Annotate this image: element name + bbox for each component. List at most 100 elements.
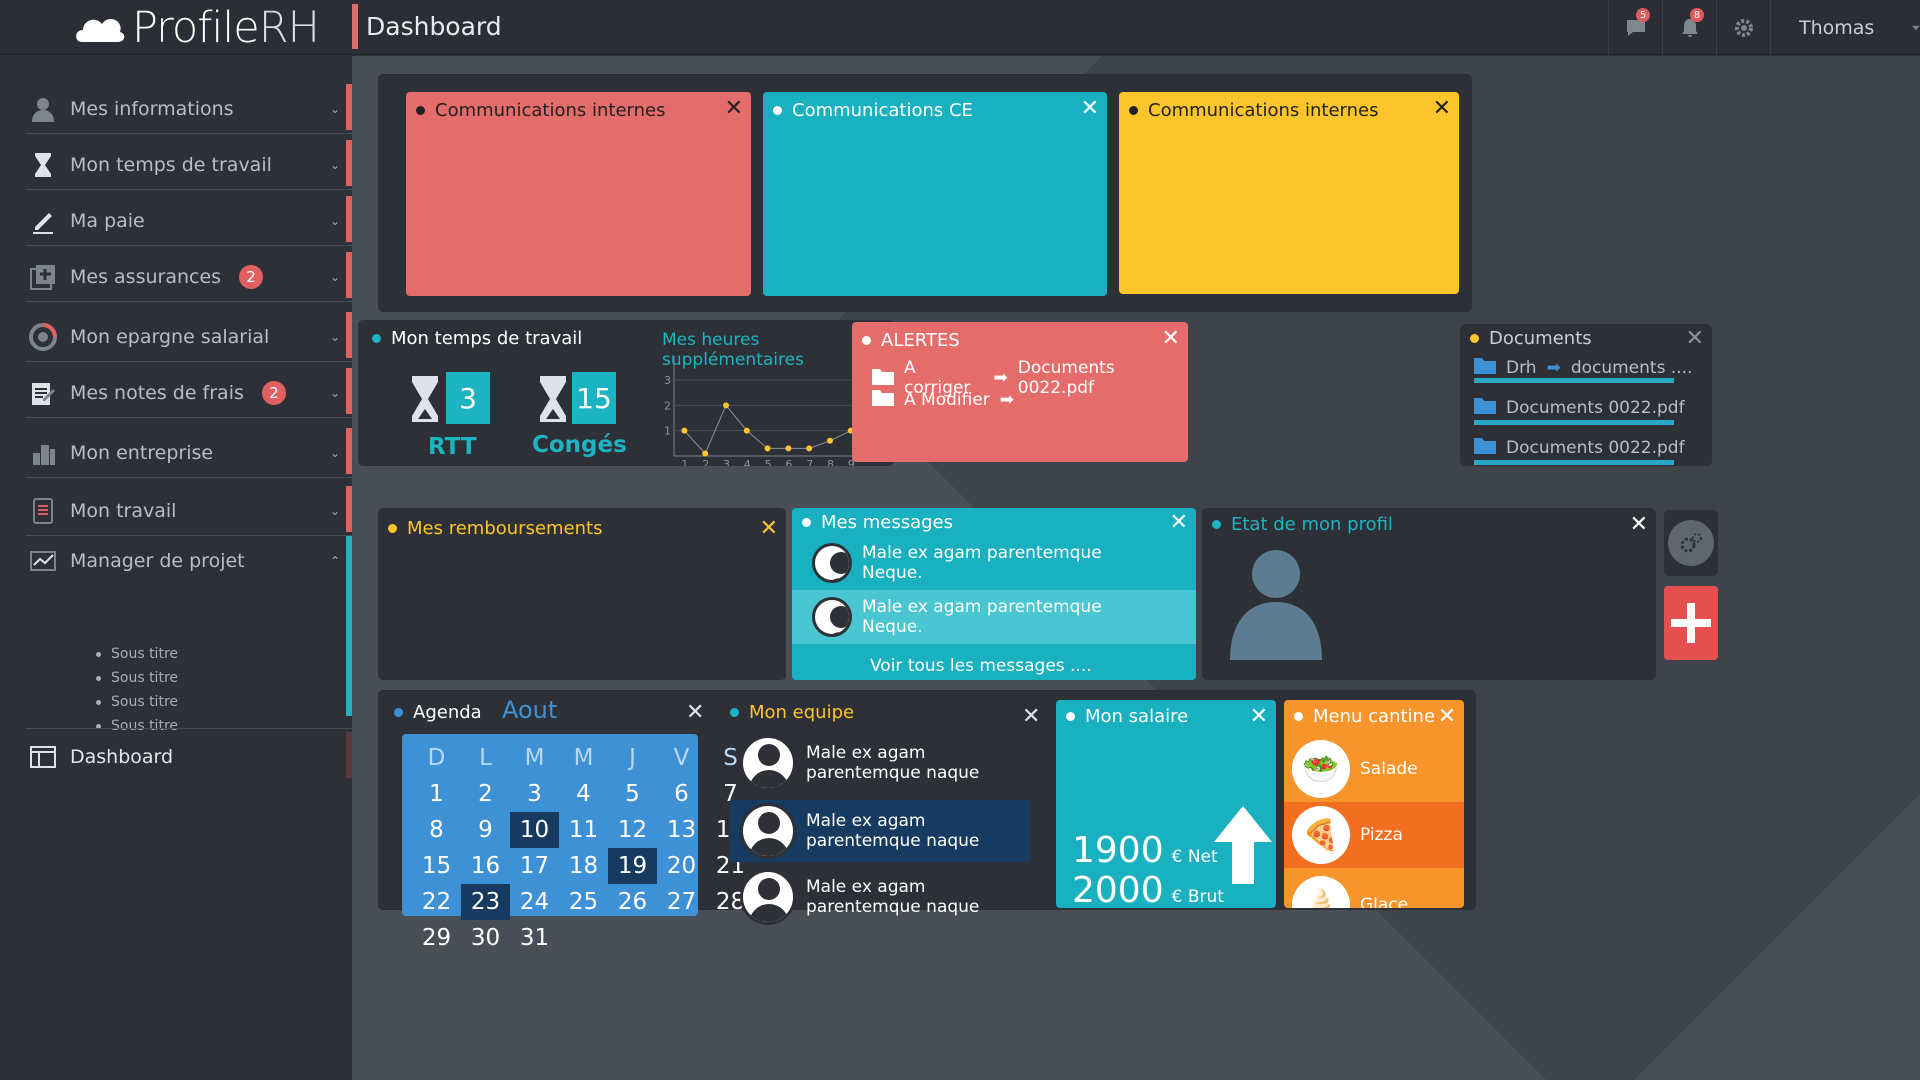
user-menu[interactable]: Thomas <box>1770 0 1920 55</box>
message-item[interactable]: Male ex agam parentemque Neque. <box>792 590 1196 644</box>
calendar-day[interactable]: 23 <box>461 884 510 920</box>
top-bar: ProfileRH Dashboard 5 8 Thomas <box>0 0 1920 55</box>
calendar-day[interactable]: 19 <box>608 848 657 884</box>
sidebar-item-label: Manager de projet <box>70 550 245 572</box>
x-tick-label: 6 <box>785 458 792 466</box>
calendar-day[interactable]: 17 <box>510 848 559 884</box>
close-icon[interactable]: ✕ <box>1081 98 1099 120</box>
sub-item[interactable]: Sous titre <box>96 642 178 666</box>
calendar-day[interactable]: 22 <box>412 884 461 920</box>
communications-ce-card[interactable]: Communications CE ✕ <box>763 92 1107 296</box>
calendar-day[interactable]: 26 <box>608 884 657 920</box>
calendar-day[interactable]: 9 <box>461 812 510 848</box>
plus-icon <box>1671 603 1711 643</box>
settings-button[interactable] <box>1716 0 1770 55</box>
sidebar-item-manager-de-projet[interactable]: Manager de projet ⌃ <box>26 536 352 716</box>
view-all-messages-link[interactable]: Voir tous les messages .... <box>870 656 1092 676</box>
sidebar-item-paie[interactable]: Ma paie ⌄ <box>26 196 352 246</box>
team-member[interactable]: Male ex agam parentemque naque <box>740 732 1030 794</box>
document-item[interactable]: Documents 0022.pdf <box>1474 396 1685 419</box>
calendar-day[interactable]: 24 <box>510 884 559 920</box>
close-icon[interactable]: ✕ <box>1630 514 1648 536</box>
document-name: Documents 0022.pdf <box>1506 397 1685 418</box>
calendar-day[interactable]: 29 <box>412 920 461 956</box>
data-point <box>827 437 833 444</box>
notes-de-frais-badge: 2 <box>261 380 286 405</box>
close-icon[interactable]: ✕ <box>1438 706 1456 728</box>
calendar-day[interactable]: 27 <box>657 884 706 920</box>
calendar-day[interactable]: 30 <box>461 920 510 956</box>
communications-internes-card[interactable]: Communications internes ✕ <box>406 92 751 296</box>
calendar-day[interactable]: 20 <box>657 848 706 884</box>
sidebar-item-temps-de-travail[interactable]: Mon temps de travail ⌄ <box>26 140 352 190</box>
calendar-day[interactable]: 3 <box>510 776 559 812</box>
calendar-day[interactable]: 1 <box>412 776 461 812</box>
calendar-day[interactable]: 31 <box>510 920 559 956</box>
agenda-month: Aout <box>502 696 558 724</box>
card-title: Mes messages <box>802 512 953 533</box>
close-icon[interactable]: ✕ <box>1162 328 1180 350</box>
calendar-day[interactable]: 12 <box>608 812 657 848</box>
document-item[interactable]: Drh ➡ documents .... <box>1474 356 1692 379</box>
chart-axis <box>673 356 882 457</box>
weekday-label: J <box>629 745 636 771</box>
messages-button[interactable]: 5 <box>1608 0 1662 55</box>
card-title: Etat de mon profil <box>1231 514 1393 535</box>
close-icon[interactable]: ✕ <box>760 518 778 540</box>
close-icon[interactable]: ✕ <box>1170 512 1188 534</box>
calendar-day[interactable]: 15 <box>412 848 461 884</box>
calendar-day[interactable]: 18 <box>559 848 608 884</box>
canteen-item[interactable]: 🍦 Glace <box>1292 872 1464 908</box>
canteen-item[interactable]: 🥗 Salade <box>1292 736 1464 802</box>
sidebar-item-notes-de-frais[interactable]: Mes notes de frais 2 ⌄ <box>26 368 352 418</box>
sidebar-item-label: Ma paie <box>70 209 145 232</box>
calendar-day[interactable]: 6 <box>657 776 706 812</box>
chevron-down-icon <box>1912 25 1920 30</box>
user-silhouette-icon <box>1230 550 1322 660</box>
sidebar-item-informations[interactable]: Mes informations ⌄ <box>26 84 352 134</box>
close-icon[interactable]: ✕ <box>1433 98 1451 120</box>
calendar-day[interactable]: 2 <box>461 776 510 812</box>
close-icon[interactable]: ✕ <box>1250 706 1268 728</box>
card-title: Documents <box>1489 328 1592 349</box>
settings-widget-button[interactable] <box>1664 510 1718 576</box>
salary-card[interactable]: Mon salaire ✕ 1900 € Net 2000 € Brut <box>1056 700 1276 911</box>
calendar-day[interactable]: 25 <box>559 884 608 920</box>
calendar-day[interactable]: 11 <box>559 812 608 848</box>
arrow-right-icon: ➡ <box>999 389 1015 410</box>
app-logo[interactable]: ProfileRH <box>72 6 320 50</box>
sidebar-item-travail[interactable]: Mon travail ⌄ <box>26 486 352 536</box>
sub-item[interactable]: Sous titre <box>96 666 178 690</box>
sidebar-item-assurances[interactable]: Mes assurances 2 ⌄ <box>26 252 352 302</box>
calendar-day[interactable]: 4 <box>559 776 608 812</box>
alert-document[interactable]: Documents 0022.pdf <box>1018 358 1188 398</box>
gear-icon <box>1734 18 1753 37</box>
calendar-day[interactable]: 5 <box>608 776 657 812</box>
profile-status-card: Etat de mon profil ✕ <box>1202 508 1656 680</box>
canteen-item[interactable]: 🍕 Pizza <box>1284 802 1464 868</box>
document-item[interactable]: Documents 0022.pdf <box>1474 436 1685 459</box>
team-member[interactable]: Male ex agam parentemque naque <box>740 866 1030 928</box>
alert-label[interactable]: A Modifier <box>904 390 990 410</box>
close-icon[interactable]: ✕ <box>725 98 743 120</box>
calendar-day[interactable]: 10 <box>510 812 559 848</box>
calendar-day[interactable]: 16 <box>461 848 510 884</box>
sidebar-item-epargne[interactable]: Mon epargne salarial ⌄ <box>26 312 352 362</box>
communications-internes-card-2[interactable]: Communications internes ✕ <box>1119 92 1459 294</box>
notes-icon <box>26 376 60 410</box>
alerts-card[interactable]: ALERTES ✕ A corriger ➡ Documents 0022.pd… <box>852 322 1188 462</box>
close-icon[interactable]: ✕ <box>1686 328 1704 350</box>
message-item[interactable]: Male ex agam parentemque Neque. <box>812 536 1192 590</box>
team-member[interactable]: Male ex agam parentemque naque <box>730 800 1030 862</box>
sub-item[interactable]: Sous titre <box>96 690 178 714</box>
add-widget-button[interactable] <box>1664 586 1718 660</box>
x-tick-label: 1 <box>681 458 688 466</box>
sidebar-item-dashboard[interactable]: Dashboard <box>26 732 352 782</box>
sidebar-item-entreprise[interactable]: Mon entreprise ⌄ <box>26 428 352 478</box>
calendar-day[interactable]: 13 <box>657 812 706 848</box>
arrow-right-icon: ➡ <box>1546 357 1561 378</box>
building-icon <box>26 436 60 470</box>
team-member-name: Male ex agam parentemque naque <box>806 811 980 851</box>
calendar-day[interactable]: 8 <box>412 812 461 848</box>
notifications-button[interactable]: 8 <box>1662 0 1716 55</box>
